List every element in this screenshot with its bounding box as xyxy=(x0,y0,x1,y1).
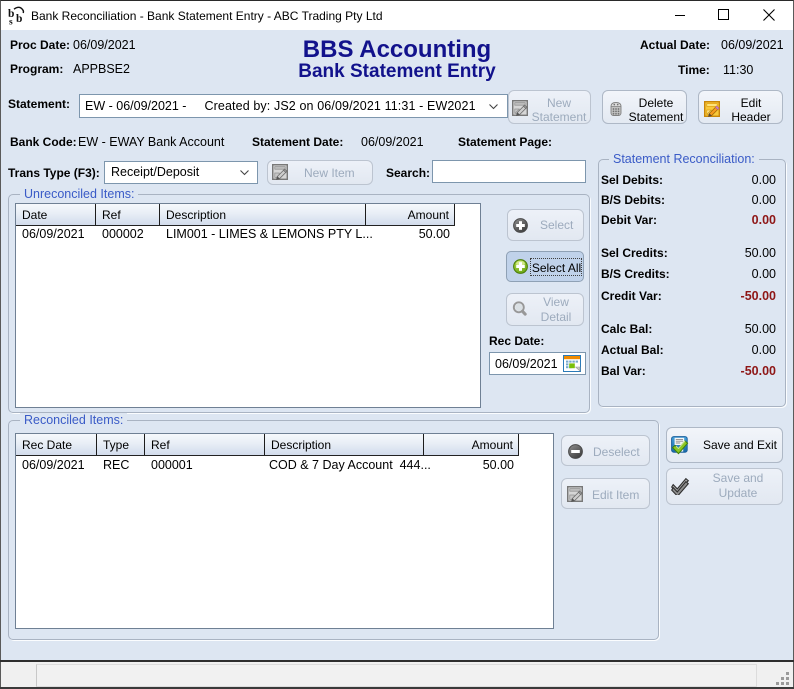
svg-text:b: b xyxy=(16,13,22,25)
svg-text:s: s xyxy=(9,18,13,26)
